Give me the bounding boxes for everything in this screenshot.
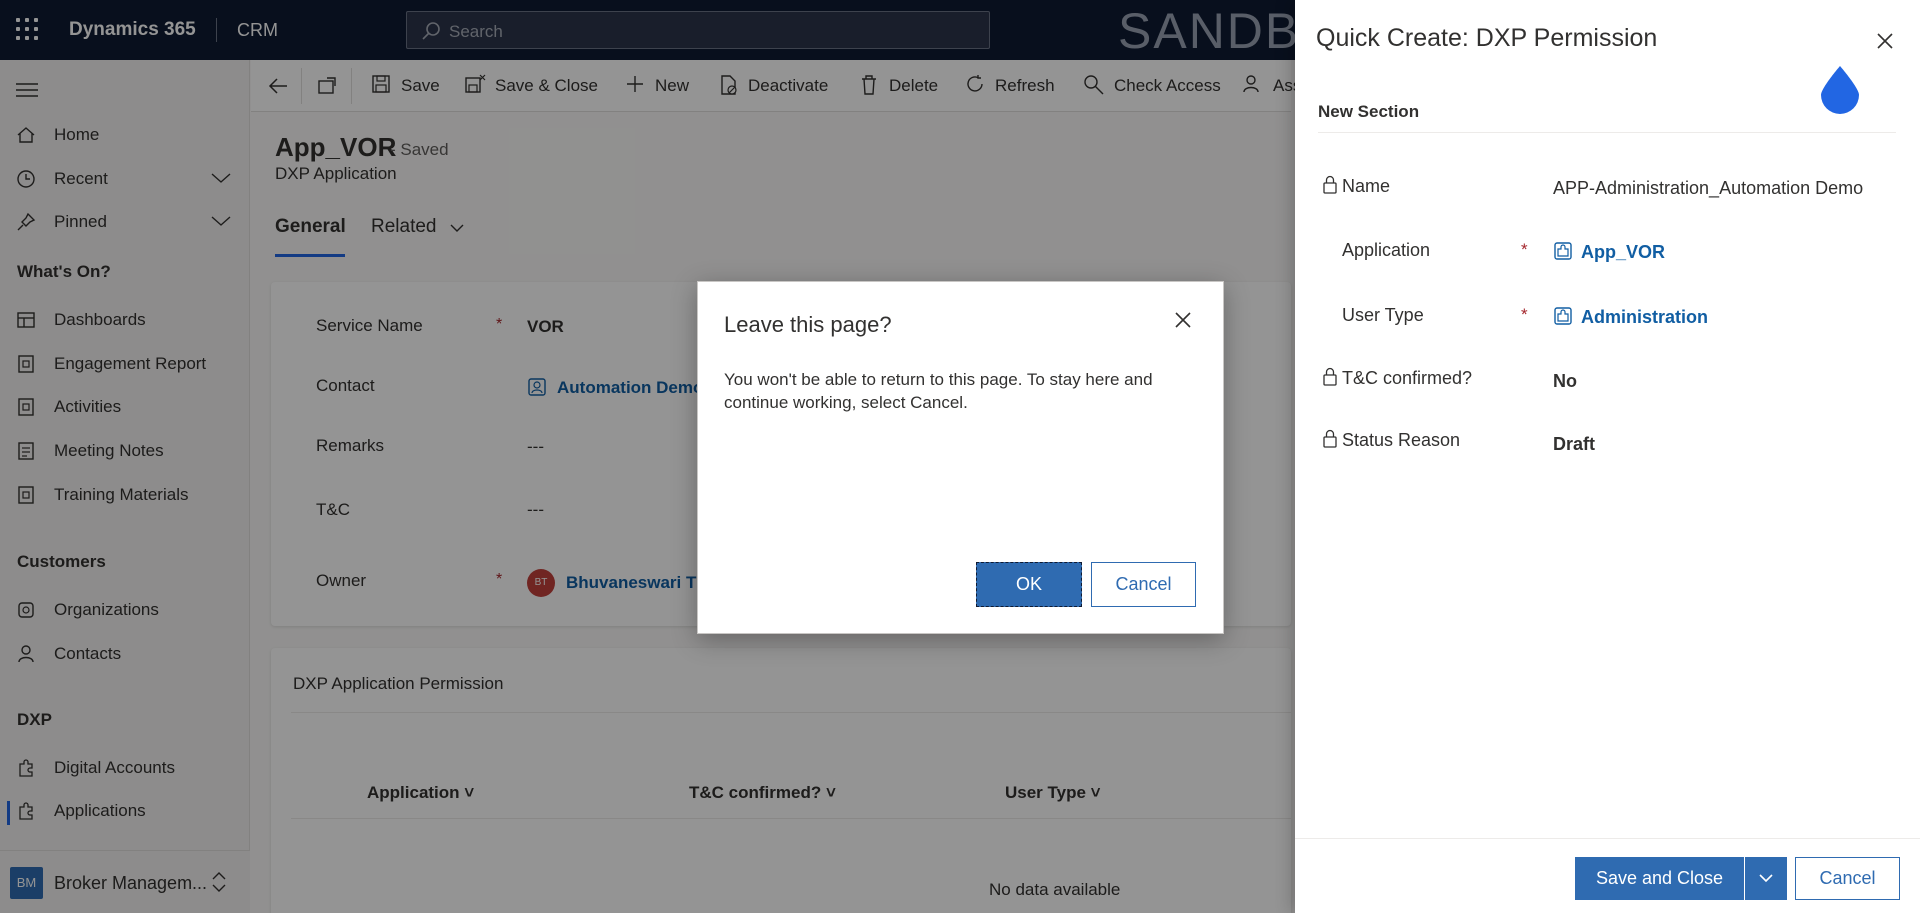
cancel-button[interactable]: Cancel [1091,562,1196,607]
lock-icon [1323,429,1337,448]
ok-button[interactable]: OK [976,562,1082,607]
tc-confirmed-field[interactable]: No [1553,371,1577,392]
status-reason-field[interactable]: Draft [1553,434,1595,455]
user-type-label: User Type [1342,305,1424,325]
chevron-down-icon [1759,874,1773,883]
user-type-link[interactable]: Administration [1581,307,1708,328]
name-label: Name [1342,176,1391,196]
section-title: New Section [1318,102,1420,121]
application-record-icon [1554,242,1572,260]
dialog-title: Leave this page? [724,312,892,337]
lock-icon [1323,367,1337,386]
required-marker: * [1521,240,1528,259]
save-and-close-button[interactable]: Save and Close [1575,857,1744,900]
save-options-dropdown[interactable] [1745,857,1787,900]
application-link[interactable]: App_VOR [1581,242,1665,263]
quick-create-title: Quick Create: DXP Permission [1316,24,1658,52]
required-marker: * [1521,305,1528,324]
cancel-button[interactable]: Cancel [1795,857,1900,900]
close-icon[interactable] [1174,311,1192,329]
status-reason-label: Status Reason [1342,430,1461,450]
user-type-record-icon [1554,307,1572,325]
dialog-message: You won't be able to return to this page… [724,370,1153,412]
close-icon[interactable] [1877,33,1893,49]
quick-create-panel: Quick Create: DXP Permission New Section… [1295,0,1920,913]
drop-icon [1821,66,1859,114]
application-label: Application [1342,240,1431,260]
lock-icon [1323,175,1337,194]
tc-confirmed-label: T&C confirmed? [1342,368,1473,388]
leave-page-dialog: Leave this page? You won't be able to re… [697,281,1224,634]
divider [1318,132,1896,133]
quick-create-footer: Save and Close Cancel [1295,838,1920,913]
name-field[interactable]: APP-Administration_Automation Demo [1553,178,1863,199]
